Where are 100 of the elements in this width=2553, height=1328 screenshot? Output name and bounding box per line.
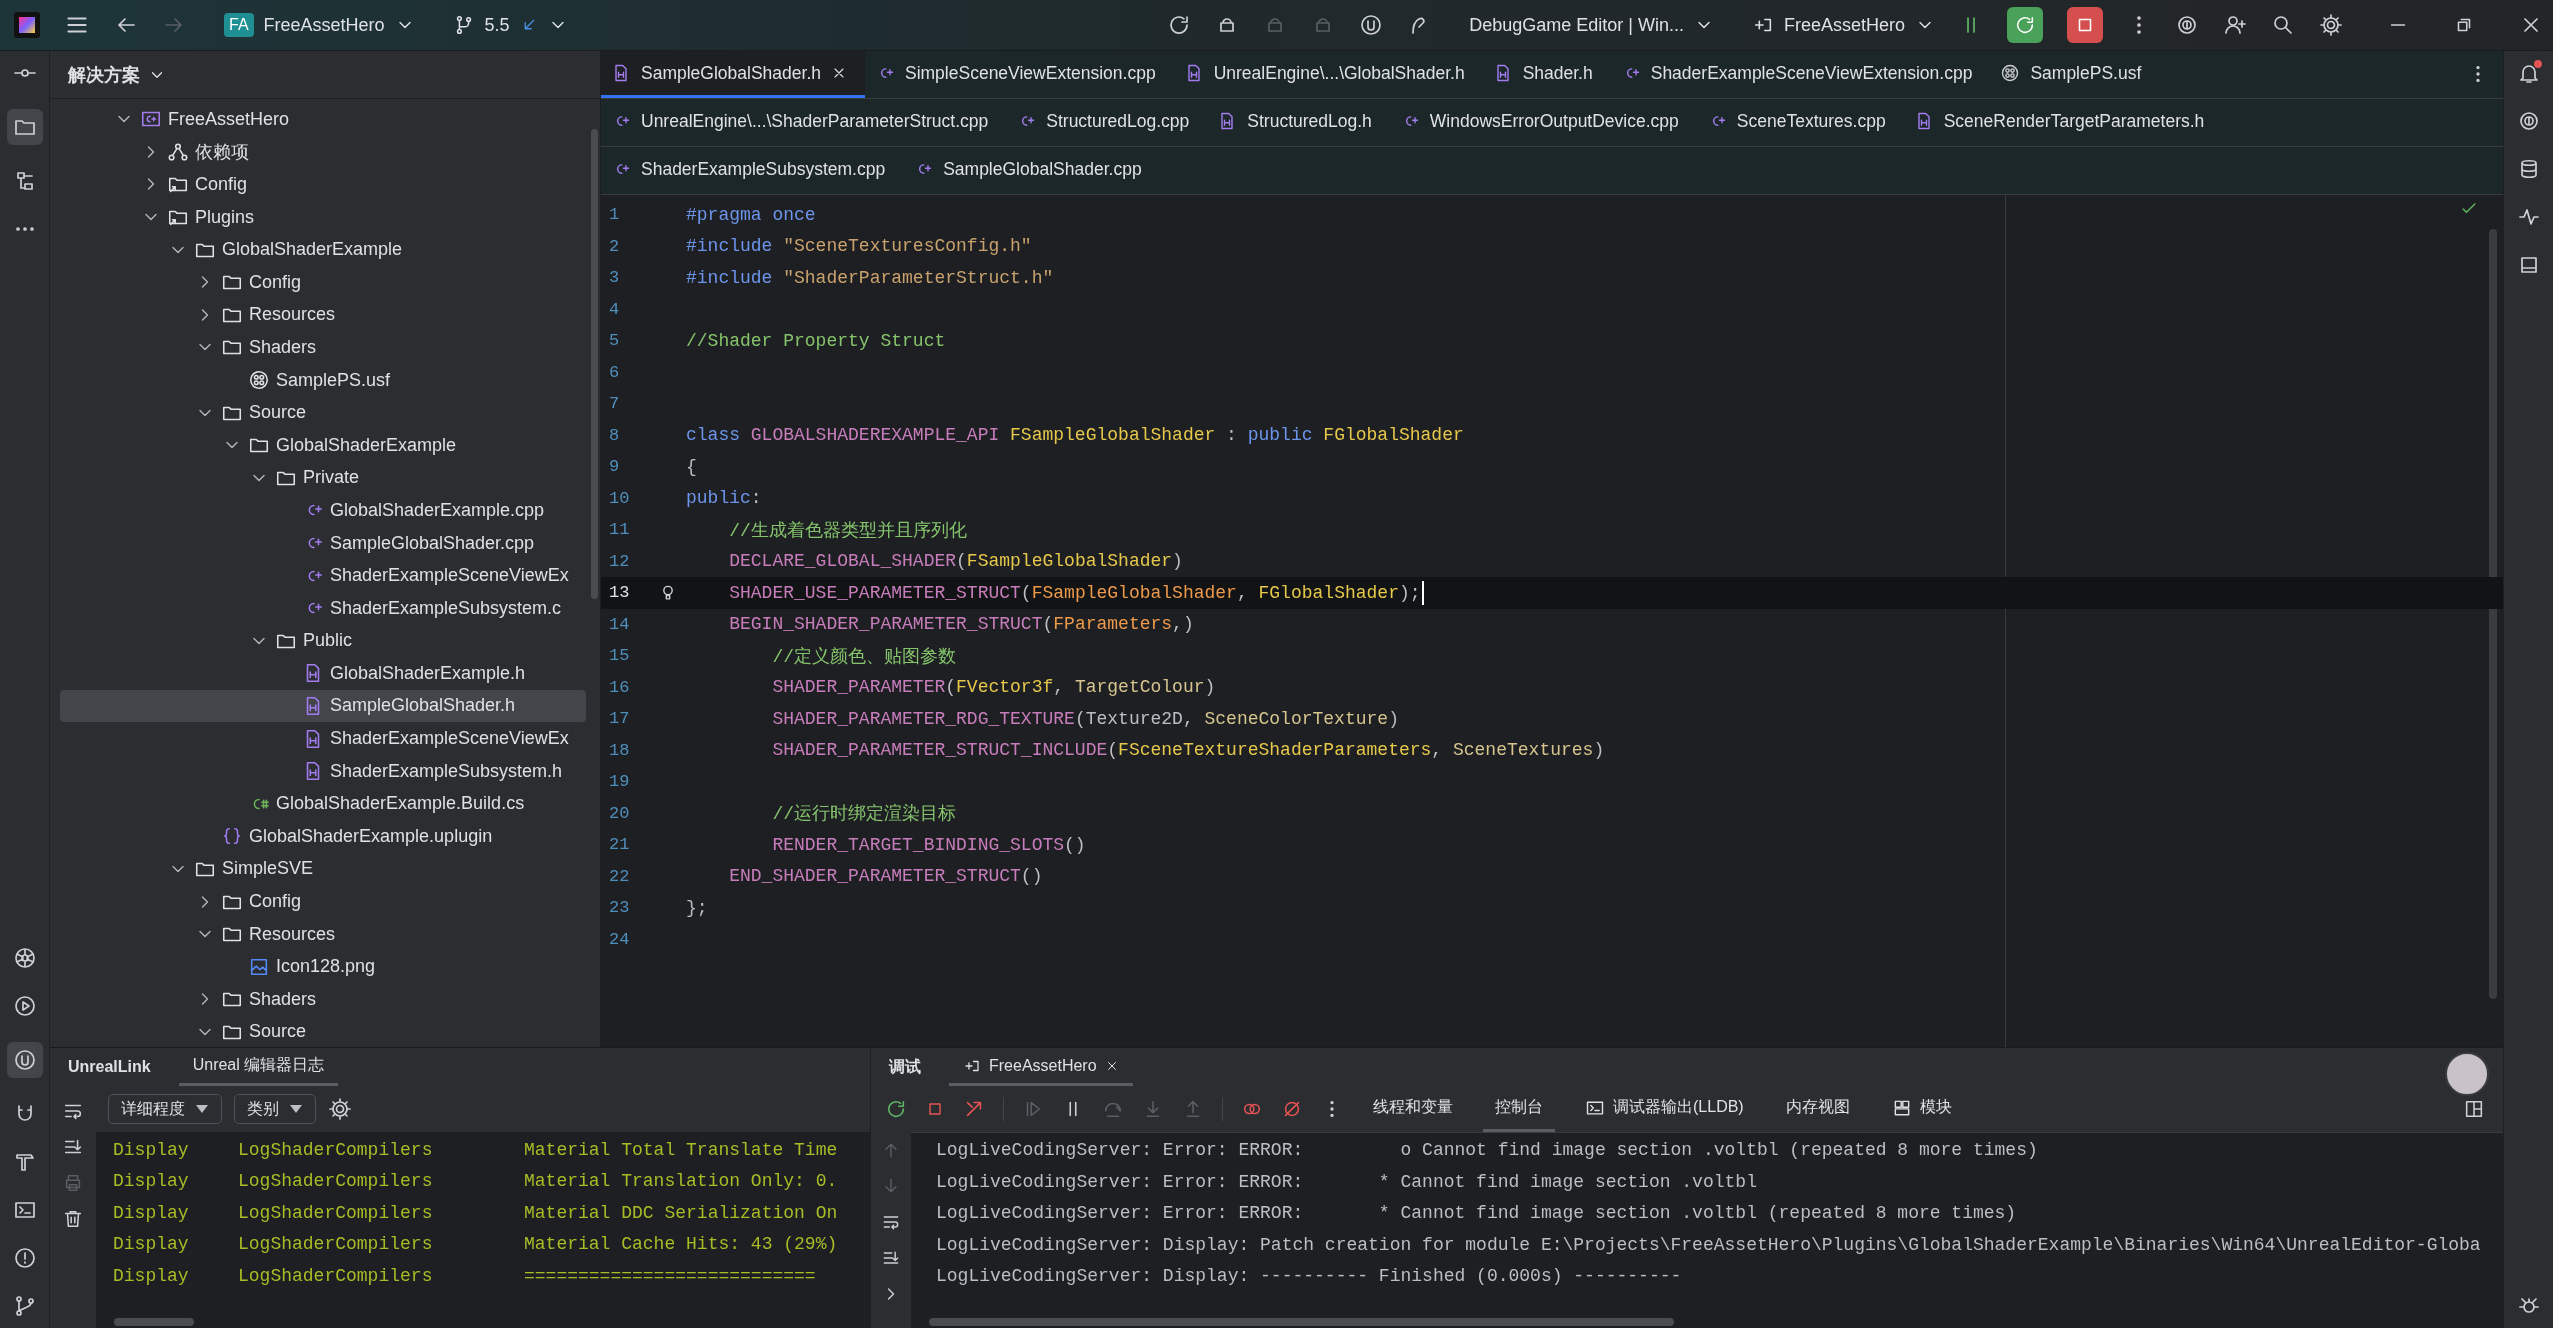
line-number: 8 (608, 425, 621, 445)
tree-item[interactable]: GlobalShaderExample.h (60, 657, 586, 690)
unreal-tool-button[interactable] (6, 1042, 43, 1078)
stop-button[interactable] (2067, 7, 2103, 43)
app-logo-icon[interactable] (14, 12, 40, 38)
log-message: =========================== (524, 1265, 816, 1286)
tree-item[interactable]: GlobalShaderExample (60, 233, 586, 266)
code-line: #include "SceneTexturesConfig.h" (686, 236, 1032, 257)
add-user-icon[interactable] (2223, 13, 2247, 37)
tree-item[interactable]: SamplePS.usf (60, 363, 586, 397)
editor-tab[interactable]: SimpleSceneViewExtension.cpp (865, 51, 1174, 98)
layout-icon[interactable] (2463, 1098, 2485, 1120)
wheel-icon[interactable] (12, 946, 37, 970)
editor-tab[interactable]: UnrealEngine\...\GlobalShader.h (1173, 51, 1483, 98)
log-level: Display (112, 1171, 190, 1192)
trash-icon[interactable] (62, 1208, 84, 1230)
editor-tab[interactable]: SampleGlobalShader.h (601, 51, 865, 98)
line-number: 9 (608, 457, 621, 477)
avatar[interactable] (2445, 1052, 2489, 1096)
panel-tab[interactable]: 调试器输出(LLDB) (1573, 1086, 1756, 1132)
settings-icon[interactable] (328, 1097, 352, 1121)
line-number: 13 (608, 583, 631, 603)
tree-item[interactable]: ShaderExampleSubsystem.h (60, 754, 586, 788)
tree-item[interactable]: Resources (60, 917, 586, 951)
scrollbar[interactable] (2489, 229, 2497, 999)
tree-item[interactable]: GlobalShaderExample.cpp (60, 494, 586, 527)
line-number: 17 (608, 709, 631, 729)
code-line: BEGIN_SHADER_PARAMETER_STRUCT(FParameters,) (728, 614, 1194, 635)
editor-tab[interactable]: SceneRenderTargetParameters.h (1903, 99, 2223, 146)
tree-item[interactable]: ShaderExampleSceneViewEx (60, 559, 586, 592)
tree-item[interactable]: 依赖项 (60, 135, 586, 169)
unreal-icon[interactable] (1359, 13, 1384, 37)
tree-item[interactable]: ShaderExampleSceneViewEx (60, 722, 586, 755)
editor-tab[interactable]: UnrealEngine\...\ShaderParameterStruct.cpp (601, 99, 1007, 146)
warning-icon[interactable] (12, 1246, 37, 1270)
filter-dropdown[interactable]: 类别 (234, 1094, 316, 1124)
log-category: LogShaderCompilers (238, 1265, 434, 1286)
console-line: LogLiveCodingServer: Display: Patch creation for module E:\Projects\FreeAssetHero\Plugins\GlobalShaderExample\Binaries\Win64\UnrealEditor-Globa (936, 1233, 2481, 1257)
tree-item[interactable]: Resources (60, 298, 586, 332)
tree-item[interactable]: SampleGlobalShader.h (60, 689, 586, 723)
scrollbar[interactable] (591, 129, 598, 599)
tree-item[interactable]: Config (60, 265, 586, 299)
panel-tab[interactable]: 模块 (1879, 1086, 1964, 1132)
project-selector[interactable]: FA FreeAssetHero (224, 13, 415, 37)
line-number: 3 (608, 268, 621, 288)
branch-selector[interactable]: 5.5 (452, 14, 568, 36)
log-category: LogShaderCompilers (238, 1234, 434, 1255)
tree-item[interactable]: Private (60, 461, 586, 495)
tree-item[interactable]: ShaderExampleSubsystem.c (60, 591, 586, 625)
scrollbar[interactable] (114, 1318, 194, 1326)
run-target-selector[interactable]: FreeAssetHero (1751, 14, 1935, 36)
scrollbar[interactable] (929, 1318, 1674, 1326)
tree-item[interactable]: GlobalShaderExample.uplugin (60, 820, 586, 853)
editor-tab[interactable]: SamplePS.usf (1990, 51, 2160, 98)
tree-item[interactable]: GlobalShaderExample.Build.cs (60, 787, 586, 821)
debug-button[interactable] (2007, 7, 2043, 43)
tree-item[interactable]: Source (60, 396, 586, 429)
tree-item[interactable]: SampleGlobalShader.cpp (60, 526, 586, 560)
line-number: 20 (608, 803, 631, 823)
editor-tab[interactable]: SceneTextures.cpp (1696, 99, 1904, 146)
editor-tab[interactable]: StructuredLog.h (1207, 99, 1390, 146)
folder-tool-button[interactable] (6, 109, 43, 145)
editor-tab[interactable]: SampleGlobalShader.cpp (903, 147, 1160, 194)
log-level: Display (112, 1234, 190, 1255)
editor-tab[interactable]: WindowsErrorOutputDevice.cpp (1389, 99, 1697, 146)
caret-icon (289, 1104, 303, 1114)
panel-tab[interactable]: Unreal 编辑器日志 (178, 1048, 339, 1086)
editor-tab[interactable]: StructuredLog.cpp (1006, 99, 1208, 146)
settings-icon[interactable] (2319, 13, 2343, 37)
tree-item[interactable]: Config (60, 885, 586, 918)
editor-tab[interactable]: ShaderExampleSceneViewExtension.cpp (1610, 51, 1991, 98)
code-line: #include "ShaderParameterStruct.h" (686, 267, 1054, 288)
filter-dropdown[interactable]: 详细程度 (108, 1094, 222, 1124)
panel-tab[interactable]: 内存视图 (1773, 1086, 1862, 1132)
tree-item[interactable]: Source (60, 1015, 586, 1047)
unreal-icon (12, 1048, 37, 1072)
panel-tab[interactable]: FreeAssetHero (949, 1048, 1133, 1086)
panel-title: 调试 (889, 1056, 921, 1077)
panel-title[interactable]: 解决方案 (68, 62, 140, 87)
tree-item[interactable]: Plugins (60, 200, 586, 234)
tree-item[interactable]: Shaders (60, 331, 586, 364)
search-icon[interactable] (2271, 13, 2295, 37)
tree-item[interactable]: GlobalShaderExample (60, 428, 586, 462)
branch-name: 5.5 (484, 14, 510, 36)
log-category: LogShaderCompilers (238, 1171, 434, 1192)
editor-tab[interactable]: ShaderExampleSubsystem.cpp (601, 147, 904, 194)
code-line: }; (686, 897, 708, 918)
tree-item[interactable]: Icon128.png (60, 950, 586, 984)
rerun-icon[interactable] (885, 1098, 907, 1120)
tree-item[interactable]: FreeAssetHero (60, 103, 586, 136)
log-category: LogShaderCompilers (238, 1139, 434, 1160)
log-message: Material Translation Only: 0. (524, 1171, 838, 1192)
panel-tab[interactable]: 线程和变量 (1361, 1086, 1465, 1132)
tree-item[interactable]: SimpleSVE (60, 852, 586, 886)
tree-item[interactable]: Public (60, 624, 586, 658)
tree-item[interactable]: Shaders (60, 983, 586, 1016)
editor-tab[interactable]: Shader.h (1482, 51, 1611, 98)
code-line: //生成着色器类型并且序列化 (728, 519, 967, 542)
tree-item[interactable]: Config (60, 168, 586, 201)
code-line: SHADER_PARAMETER_RDG_TEXTURE(Texture2D, SceneColorTexture) (771, 708, 1399, 729)
